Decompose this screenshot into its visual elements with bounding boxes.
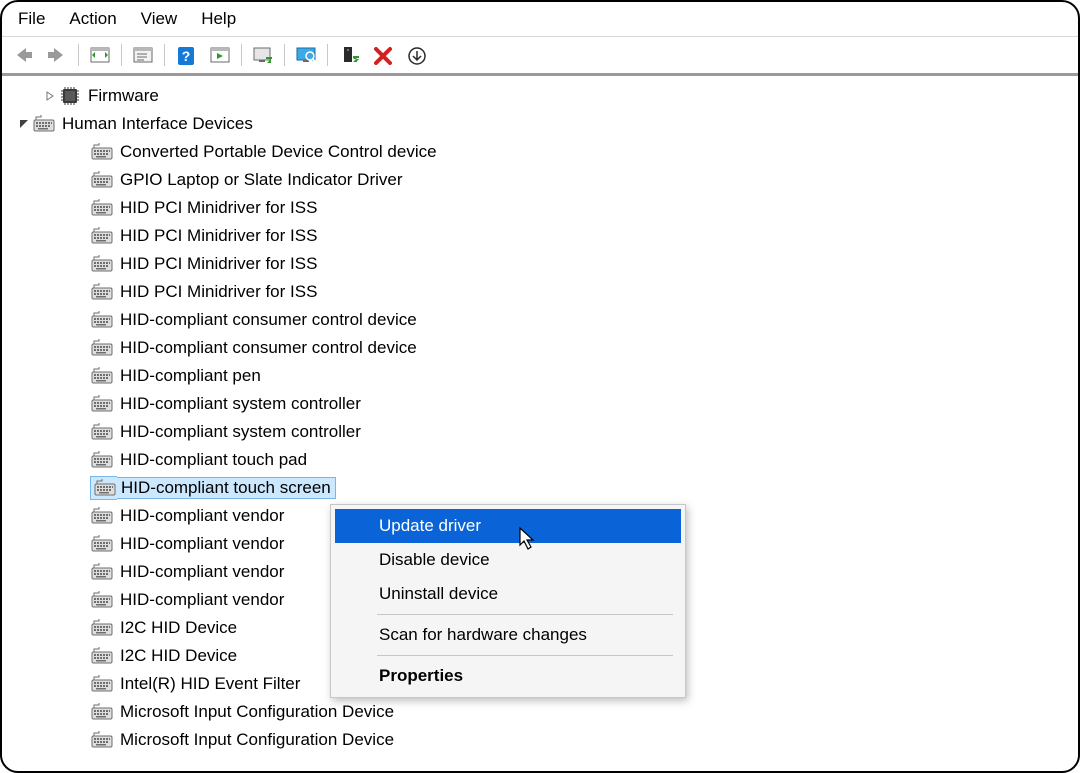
menu-help[interactable]: Help [191, 7, 250, 31]
tree-item-firmware[interactable]: Firmware [2, 82, 1078, 110]
tree-item-device[interactable]: HID-compliant consumer control device [2, 306, 1078, 334]
tree-item-hid-category[interactable]: Human Interface Devices [2, 110, 1078, 138]
tree-item-device[interactable]: HID PCI Minidriver for ISS [2, 278, 1078, 306]
toolbar [2, 37, 1078, 76]
tree-item-device[interactable]: HID-compliant system controller [2, 390, 1078, 418]
tree-item-label: HID PCI Minidriver for ISS [114, 282, 317, 302]
show-hide-console-button[interactable] [87, 42, 113, 68]
tree-item-label: HID-compliant vendor [114, 562, 284, 582]
menubar: File Action View Help [2, 2, 1078, 37]
tree-item-label: HID PCI Minidriver for ISS [114, 226, 317, 246]
toolbar-separator [327, 44, 328, 66]
hid-device-icon [90, 505, 114, 527]
chip-icon [58, 85, 82, 107]
hid-device-icon [90, 589, 114, 611]
hid-device-icon [90, 393, 114, 415]
hid-device-icon [90, 253, 114, 275]
tree-item-label: HID-compliant consumer control device [114, 310, 417, 330]
hid-device-icon [90, 365, 114, 387]
toolbar-separator [284, 44, 285, 66]
hid-device-icon [90, 645, 114, 667]
tree-item-label: Firmware [82, 86, 159, 106]
tree-item-label: Microsoft Input Configuration Device [114, 702, 394, 722]
tree-item-device[interactable]: HID PCI Minidriver for ISS [2, 194, 1078, 222]
context-menu: Update driver Disable device Uninstall d… [330, 504, 686, 698]
hid-device-icon [90, 197, 114, 219]
context-menu-properties[interactable]: Properties [335, 659, 681, 693]
properties-button[interactable] [130, 42, 156, 68]
tree-item-label: HID-compliant consumer control device [114, 338, 417, 358]
tree-item-device[interactable]: HID PCI Minidriver for ISS [2, 250, 1078, 278]
hid-device-icon [90, 476, 117, 500]
back-button[interactable] [10, 42, 36, 68]
hid-device-icon [90, 673, 114, 695]
hid-device-icon [90, 561, 114, 583]
tree-item-device[interactable]: HID-compliant touch pad [2, 446, 1078, 474]
toolbar-separator [164, 44, 165, 66]
tree-item-label: HID-compliant system controller [114, 394, 361, 414]
tree-item-label: HID PCI Minidriver for ISS [114, 254, 317, 274]
tree-item-label: Intel(R) HID Event Filter [114, 674, 300, 694]
update-driver-button[interactable] [250, 42, 276, 68]
tree-item-label: Human Interface Devices [56, 114, 253, 134]
tree-item-device[interactable]: HID PCI Minidriver for ISS [2, 222, 1078, 250]
toolbar-separator [121, 44, 122, 66]
uninstall-device-button[interactable] [370, 42, 396, 68]
context-menu-scan-hardware[interactable]: Scan for hardware changes [335, 618, 681, 652]
hid-device-icon [90, 281, 114, 303]
hid-device-icon [90, 225, 114, 247]
collapse-icon[interactable] [16, 119, 32, 129]
tree-item-device[interactable]: GPIO Laptop or Slate Indicator Driver [2, 166, 1078, 194]
tree-item-label: I2C HID Device [114, 618, 237, 638]
tree-item-device[interactable]: HID-compliant pen [2, 362, 1078, 390]
toolbar-separator [241, 44, 242, 66]
hid-device-icon [90, 617, 114, 639]
tree-item-label: HID-compliant vendor [114, 590, 284, 610]
tree-item-device[interactable]: Microsoft Input Configuration Device [2, 726, 1078, 754]
tree-item-device[interactable]: Microsoft Input Configuration Device [2, 698, 1078, 726]
tree-item-label: Converted Portable Device Control device [114, 142, 437, 162]
tree-item-device[interactable]: Converted Portable Device Control device [2, 138, 1078, 166]
tree-item-label: HID-compliant system controller [114, 422, 361, 442]
hid-device-icon [90, 337, 114, 359]
tree-item-label: HID-compliant vendor [114, 534, 284, 554]
tree-item-label: HID PCI Minidriver for ISS [114, 198, 317, 218]
hid-device-icon [90, 729, 114, 751]
tree-item-device[interactable]: HID-compliant system controller [2, 418, 1078, 446]
context-menu-separator [377, 614, 673, 615]
action-window-button[interactable] [207, 42, 233, 68]
expand-icon[interactable] [42, 91, 58, 101]
tree-item-label: Microsoft Input Configuration Device [114, 730, 394, 750]
hid-device-icon [32, 113, 56, 135]
menu-action[interactable]: Action [59, 7, 130, 31]
tree-item-label: I2C HID Device [114, 646, 237, 666]
toolbar-separator [78, 44, 79, 66]
menu-file[interactable]: File [8, 7, 59, 31]
context-menu-update-driver[interactable]: Update driver [335, 509, 681, 543]
forward-button[interactable] [44, 42, 70, 68]
hid-device-icon [90, 421, 114, 443]
tree-item-device[interactable]: HID-compliant consumer control device [2, 334, 1078, 362]
hid-device-icon [90, 701, 114, 723]
help-button[interactable] [173, 42, 199, 68]
tree-item-label: HID-compliant touch screen [117, 477, 336, 499]
tree-item-label: HID-compliant touch pad [114, 450, 307, 470]
hid-device-icon [90, 309, 114, 331]
tree-item-device[interactable]: HID-compliant touch screen [2, 474, 1078, 502]
menu-view[interactable]: View [131, 7, 192, 31]
scan-hardware-button[interactable] [293, 42, 319, 68]
tree-item-label: HID-compliant pen [114, 366, 261, 386]
disable-device-button[interactable] [404, 42, 430, 68]
add-legacy-hardware-button[interactable] [336, 42, 362, 68]
hid-device-icon [90, 449, 114, 471]
context-menu-uninstall-device[interactable]: Uninstall device [335, 577, 681, 611]
hid-device-icon [90, 533, 114, 555]
hid-device-icon [90, 141, 114, 163]
context-menu-separator [377, 655, 673, 656]
tree-item-label: GPIO Laptop or Slate Indicator Driver [114, 170, 403, 190]
tree-item-label: HID-compliant vendor [114, 506, 284, 526]
context-menu-disable-device[interactable]: Disable device [335, 543, 681, 577]
hid-device-icon [90, 169, 114, 191]
